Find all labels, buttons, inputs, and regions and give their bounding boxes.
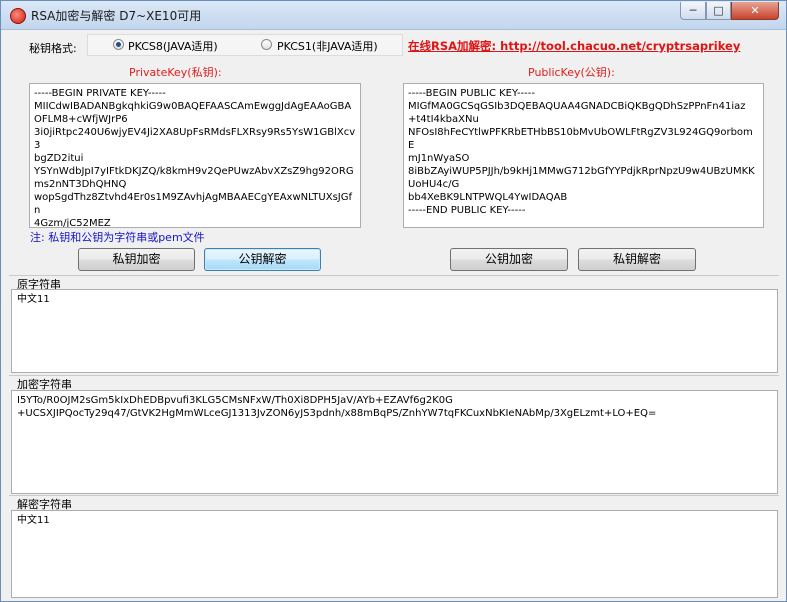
private-encrypt-button[interactable]: 私钥加密 — [78, 248, 195, 271]
maximize-button[interactable]: □ — [706, 2, 731, 20]
public-encrypt-button[interactable]: 公钥加密 — [450, 248, 568, 271]
key-format-label: 秘钥格式: — [29, 42, 77, 55]
divider — [9, 375, 779, 376]
radio-pkcs1-label[interactable]: PKCS1(非JAVA适用) — [277, 38, 378, 54]
close-button[interactable]: ✕ — [731, 2, 779, 20]
radio-pkcs1[interactable] — [261, 39, 272, 50]
private-key-input[interactable]: -----BEGIN PRIVATE KEY----- MIICdwIBADAN… — [29, 83, 361, 228]
online-tool-link[interactable]: 在线RSA加解密: http://tool.chacuo.net/cryptrs… — [408, 38, 740, 54]
encrypted-string-input[interactable]: I5YTo/R0OJM2sGm5kIxDhEDBpvufi3KLG5CMsNFx… — [11, 390, 778, 494]
maximize-icon: □ — [713, 4, 724, 17]
close-icon: ✕ — [750, 4, 760, 17]
radio-pkcs8-label[interactable]: PKCS8(JAVA适用) — [128, 38, 218, 54]
app-window: RSA加密与解密 D7~XE10可用 ─ □ ✕ 秘钥格式: PKCS8(JAV… — [0, 0, 787, 602]
private-key-label: PrivateKey(私钥): — [129, 66, 222, 79]
private-decrypt-button[interactable]: 私钥解密 — [578, 248, 696, 271]
original-string-input[interactable]: 中文11 — [11, 289, 778, 373]
key-format-note: 注: 私钥和公钥为字符串或pem文件 — [30, 231, 205, 244]
app-icon — [10, 8, 26, 24]
minimize-button[interactable]: ─ — [680, 2, 706, 20]
decrypted-string-input[interactable]: 中文11 — [11, 510, 778, 598]
radio-pkcs8[interactable] — [113, 39, 124, 50]
key-format-group: PKCS8(JAVA适用) PKCS1(非JAVA适用) — [87, 34, 403, 56]
public-key-input[interactable]: -----BEGIN PUBLIC KEY----- MIGfMA0GCSqGS… — [403, 83, 764, 228]
minimize-icon: ─ — [689, 4, 697, 17]
divider — [9, 275, 779, 276]
public-key-label: PublicKey(公钥): — [528, 66, 615, 79]
window-title: RSA加密与解密 D7~XE10可用 — [31, 9, 202, 23]
title-bar: RSA加密与解密 D7~XE10可用 ─ □ ✕ — [1, 1, 786, 30]
divider — [9, 495, 779, 496]
public-decrypt-button[interactable]: 公钥解密 — [204, 248, 321, 271]
